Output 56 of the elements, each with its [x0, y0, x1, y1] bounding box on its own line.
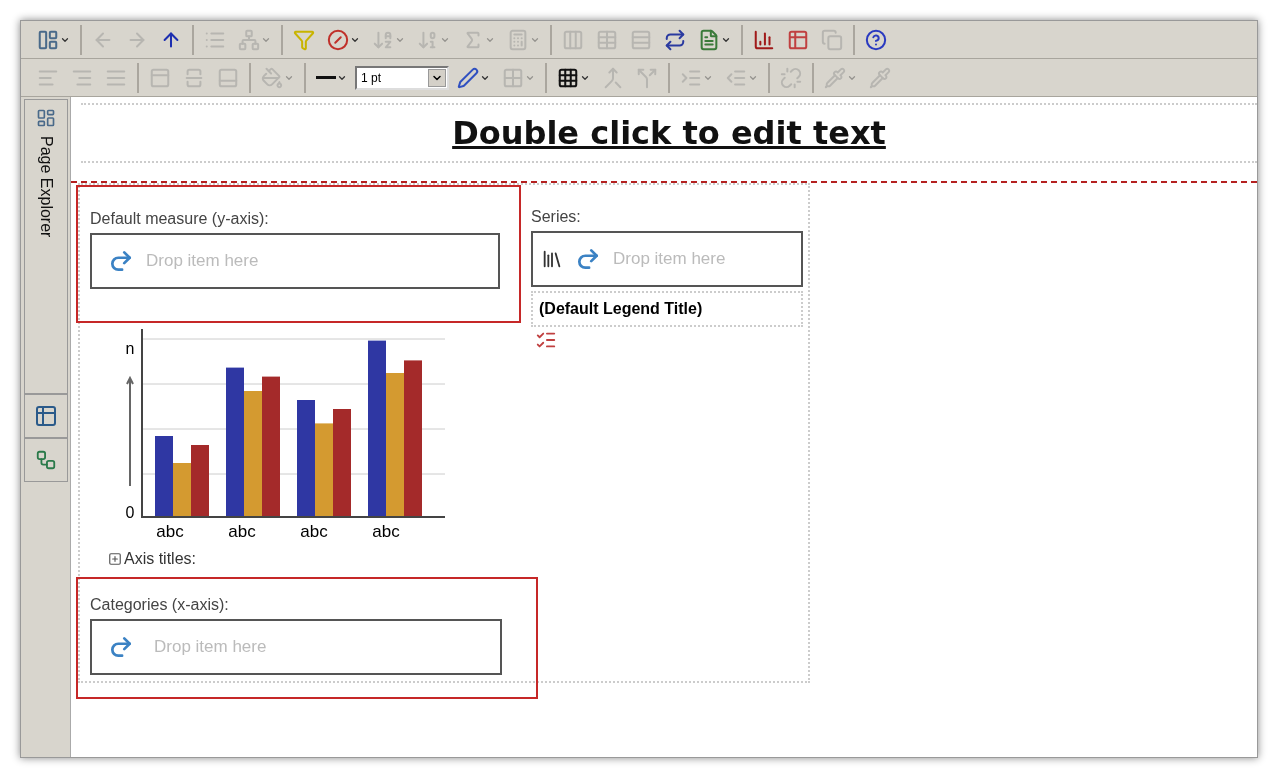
drop-hint: Drop item here: [613, 248, 726, 271]
filter-icon: [293, 28, 315, 51]
curved-arrow-icon: [575, 246, 601, 272]
category-label: abc: [227, 521, 257, 543]
unlink-icon: [780, 66, 802, 89]
pen-icon: [457, 66, 479, 89]
split-icon: [636, 66, 658, 89]
swap-icon: [664, 28, 686, 51]
legend-title[interactable]: (Default Legend Title): [539, 300, 703, 317]
line-width-select[interactable]: 1 pt: [355, 65, 449, 90]
up-arrow-icon: [126, 375, 134, 486]
border-bottom-icon: [217, 66, 239, 89]
border-top-icon: [149, 66, 171, 89]
y-axis-label: Default measure (y-axis):: [90, 209, 270, 229]
document-icon: [698, 28, 720, 51]
pipette-icon: [869, 66, 891, 89]
axis-titles-label: Axis titles:: [124, 548, 196, 569]
books-icon: [541, 248, 563, 270]
merge-icon: [602, 66, 624, 89]
axis-max-label: n: [125, 339, 135, 359]
dropdown-button[interactable]: [428, 68, 446, 87]
table-icon: [596, 28, 618, 51]
line-width-value: 1 pt: [360, 69, 382, 87]
bar-chart-icon: [753, 28, 775, 51]
grid-icon: [557, 66, 579, 89]
flow-icon: [34, 449, 57, 471]
series-label: Series:: [531, 207, 582, 227]
category-label: abc: [155, 521, 185, 543]
line-style-icon: [316, 76, 336, 79]
page-explorer-tab[interactable]: Page Explorer: [23, 99, 68, 394]
border-middle-icon: [183, 66, 205, 89]
calculator-icon: [507, 28, 529, 51]
drop-hint: Drop item here: [154, 635, 267, 658]
query-tab[interactable]: [23, 438, 68, 482]
pipette-icon: [824, 66, 846, 89]
page-explorer-icon: [35, 108, 56, 128]
columns-icon: [562, 28, 584, 51]
category-label: abc: [299, 521, 329, 543]
copy-icon: [821, 28, 843, 51]
x-axis-label: Categories (x-axis):: [90, 594, 230, 615]
expand-icon[interactable]: [108, 551, 122, 566]
tree-icon: [238, 28, 260, 51]
crosstab-icon: [787, 28, 809, 51]
rows-icon: [630, 28, 652, 51]
no-entry-icon: [327, 28, 349, 51]
drop-hint: Drop item here: [146, 250, 259, 273]
insertable-objects-tab[interactable]: [23, 394, 68, 438]
table-icon: [33, 404, 58, 428]
help-icon: [865, 28, 887, 51]
paint-bucket-icon: [261, 66, 283, 89]
heading[interactable]: Double click to edit text: [452, 109, 886, 157]
axis-zero-label: 0: [125, 502, 135, 523]
category-label: abc: [371, 521, 401, 543]
borders-icon: [502, 66, 524, 89]
layout-icon: [37, 28, 59, 51]
curved-arrow-icon: [108, 248, 134, 274]
